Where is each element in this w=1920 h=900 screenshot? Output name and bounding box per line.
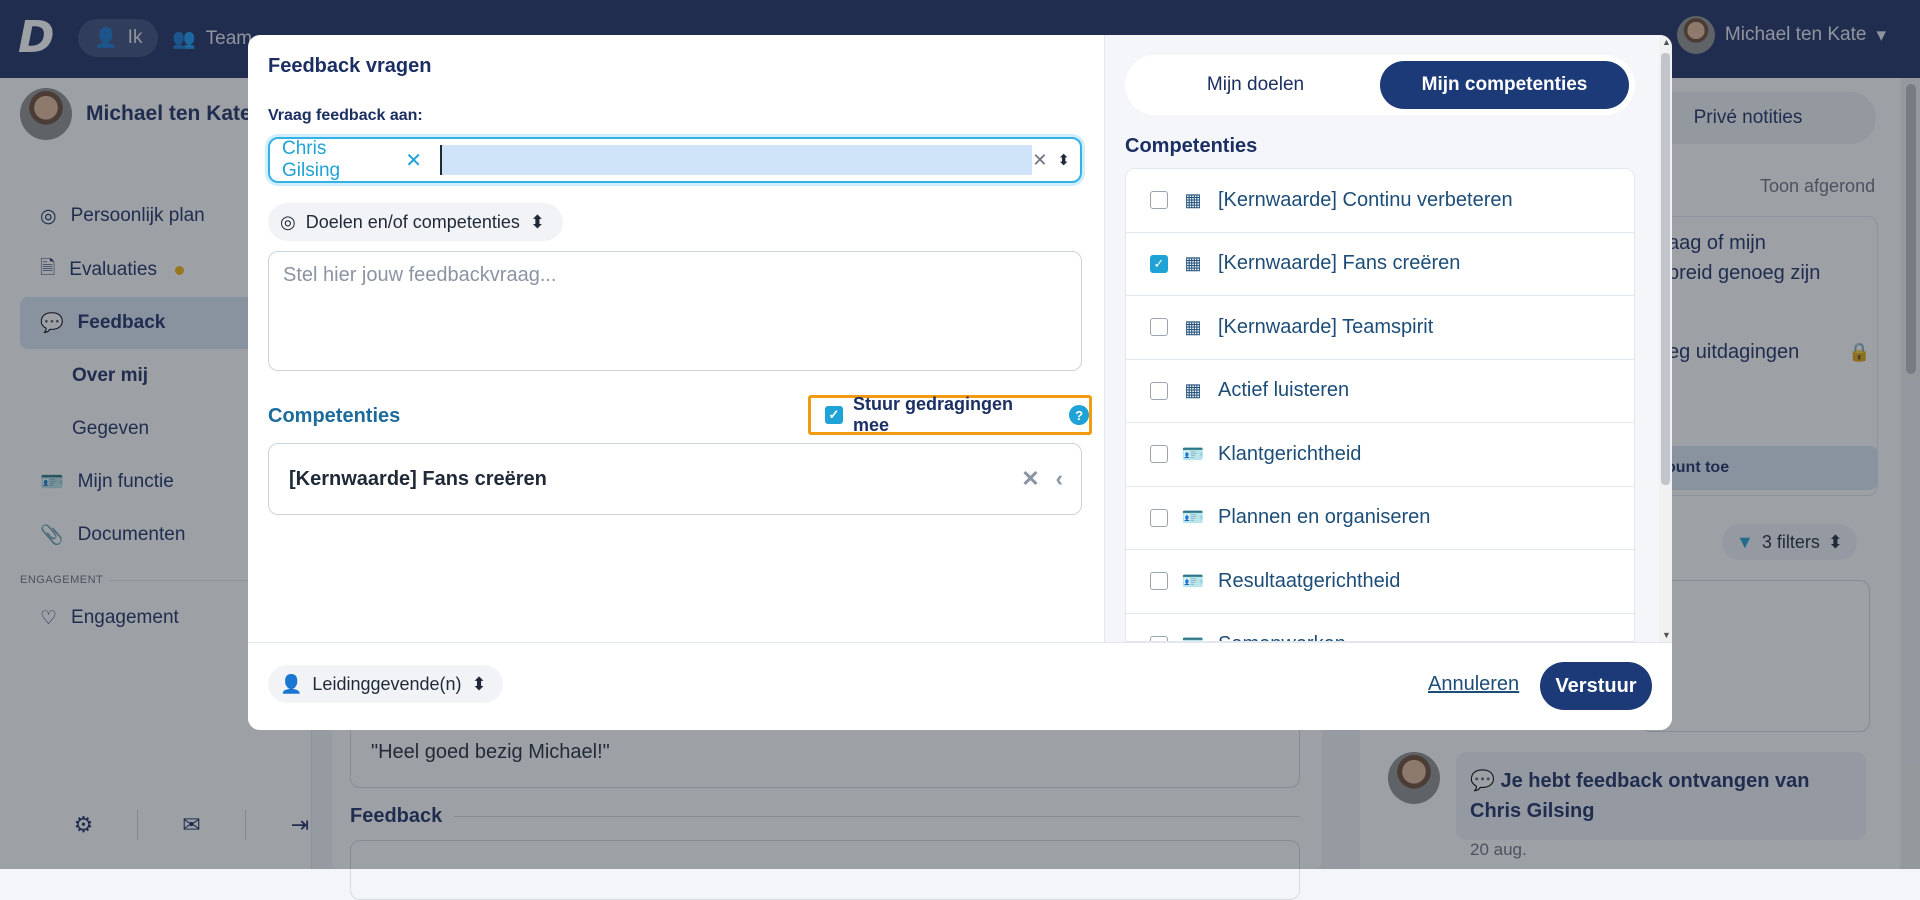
feedback-question-textarea[interactable]: Stel hier jouw feedbackvraag... — [268, 251, 1082, 371]
id-card-icon: 🪪 — [1181, 443, 1205, 464]
tab-mijn-doelen[interactable]: Mijn doelen — [1131, 61, 1380, 109]
building-icon: ▦ — [1184, 380, 1202, 401]
chevron-left-icon[interactable]: ‹ — [1056, 466, 1063, 492]
checkbox[interactable] — [1150, 381, 1168, 400]
list-item[interactable]: 🪪 Plannen en organiseren — [1126, 487, 1634, 550]
scrollbar-thumb[interactable] — [1661, 53, 1670, 485]
building-icon: ▦ — [1184, 189, 1202, 210]
checkbox-checked[interactable]: ✓ — [825, 406, 843, 424]
user-icon: 👤 — [280, 673, 303, 694]
list-item[interactable]: ✓ ▦ [Kernwaarde] Fans creëren — [1126, 233, 1634, 296]
checkbox[interactable] — [1150, 508, 1168, 527]
list-item-label: Resultaatgerichtheid — [1218, 569, 1401, 592]
building-icon: ▦ — [1184, 253, 1202, 274]
list-item[interactable]: 🪪 Samenwerken — [1126, 614, 1634, 641]
remove-tag-icon[interactable]: ✕ — [405, 148, 422, 173]
feedback-request-modal: Feedback vragen Vraag feedback aan: Chri… — [248, 35, 1672, 730]
list-item[interactable]: 🪪 Klantgerichtheid — [1126, 423, 1634, 487]
list-item-label: [Kernwaarde] Teamspirit — [1218, 315, 1434, 338]
checkbox-checked[interactable]: ✓ — [1150, 254, 1168, 273]
list-item-label: [Kernwaarde] Fans creëren — [1218, 252, 1461, 275]
checkbox[interactable] — [1150, 318, 1168, 337]
modal-right-pane: Mijn doelen Mijn competenties Competenti… — [1105, 35, 1659, 642]
sort-icon[interactable]: ⬍ — [1057, 151, 1070, 169]
target-icon: ◎ — [280, 211, 296, 232]
id-card-icon: 🪪 — [1180, 634, 1206, 641]
checkbox[interactable] — [1150, 572, 1168, 591]
recipient-tag-label: Chris Gilsing — [282, 138, 341, 181]
tab-mijn-competenties[interactable]: Mijn competenties — [1380, 61, 1629, 109]
competences-title: Competenties — [1125, 135, 1258, 157]
id-card-icon: 🪪 — [1181, 570, 1205, 591]
sort-icon: ⬍ — [471, 673, 487, 694]
list-item-label: Klantgerichtheid — [1218, 442, 1362, 465]
send-behaviours-label: Stuur gedragingen mee — [853, 394, 1014, 435]
recipient-role-label: Leidinggevende(n) — [312, 673, 462, 694]
scroll-down-icon[interactable]: ▼ — [1662, 630, 1671, 640]
list-item[interactable]: ▦ [Kernwaarde] Teamspirit — [1126, 296, 1634, 360]
modal-footer: 👤 Leidinggevende(n) ⬍ Annuleren Verstuur — [248, 642, 1672, 730]
list-item[interactable]: 🪪 Resultaatgerichtheid — [1126, 550, 1634, 614]
recipient-role-dropdown[interactable]: 👤 Leidinggevende(n) ⬍ — [268, 665, 503, 703]
recipient-tag: Chris Gilsing ✕ — [282, 138, 422, 182]
ask-feedback-label: Vraag feedback aan: — [268, 107, 423, 124]
checkbox[interactable] — [1150, 191, 1168, 210]
list-item-label: [Kernwaarde] Continu verbeteren — [1218, 188, 1513, 211]
scroll-up-icon[interactable]: ▲ — [1662, 37, 1671, 47]
selected-competence-label: [Kernwaarde] Fans creëren — [289, 467, 547, 490]
selected-competence[interactable]: [Kernwaarde] Fans creëren ✕ ‹ — [268, 443, 1082, 515]
list-item-label: Samenwerken — [1218, 633, 1346, 641]
modal-scrollbar[interactable]: ▲ ▼ — [1659, 35, 1672, 642]
list-item-label: Plannen en organiseren — [1218, 506, 1431, 529]
goal-competence-tabs: Mijn doelen Mijn competenties — [1125, 55, 1635, 115]
building-icon: ▦ — [1184, 316, 1202, 337]
modal-title: Feedback vragen — [268, 55, 432, 77]
competence-list: ▦ [Kernwaarde] Continu verbeteren ✓ ▦ [Kern… — [1125, 168, 1635, 642]
recipient-select[interactable]: Chris Gilsing ✕ ✕ ⬍ — [268, 137, 1082, 183]
list-item[interactable]: ▦ Actief luisteren — [1126, 360, 1634, 423]
sort-icon: ⬍ — [529, 211, 545, 232]
goals-competences-dropdown[interactable]: ◎ Doelen en/of competenties ⬍ — [268, 203, 563, 241]
modal-left-pane: Feedback vragen Vraag feedback aan: Chri… — [248, 35, 1104, 642]
send-behaviours-checkbox[interactable]: ✓ Stuur gedragingen mee ? — [808, 394, 1092, 435]
list-item[interactable]: ▦ [Kernwaarde] Continu verbeteren — [1126, 169, 1634, 233]
recipient-search-input[interactable] — [440, 145, 1033, 175]
goals-dropdown-label: Doelen en/of competenties — [305, 211, 520, 232]
competences-label: Competenties — [268, 405, 401, 427]
cancel-button[interactable]: Annuleren — [1428, 673, 1519, 696]
clear-icon[interactable]: ✕ — [1032, 150, 1047, 171]
id-card-icon: 🪪 — [1181, 507, 1205, 528]
textarea-placeholder: Stel hier jouw feedbackvraag... — [283, 264, 557, 286]
submit-button[interactable]: Verstuur — [1540, 662, 1652, 710]
help-icon[interactable]: ? — [1069, 405, 1089, 425]
list-item-label: Actief luisteren — [1218, 379, 1350, 402]
checkbox[interactable] — [1150, 445, 1168, 464]
close-icon[interactable]: ✕ — [1021, 466, 1039, 492]
